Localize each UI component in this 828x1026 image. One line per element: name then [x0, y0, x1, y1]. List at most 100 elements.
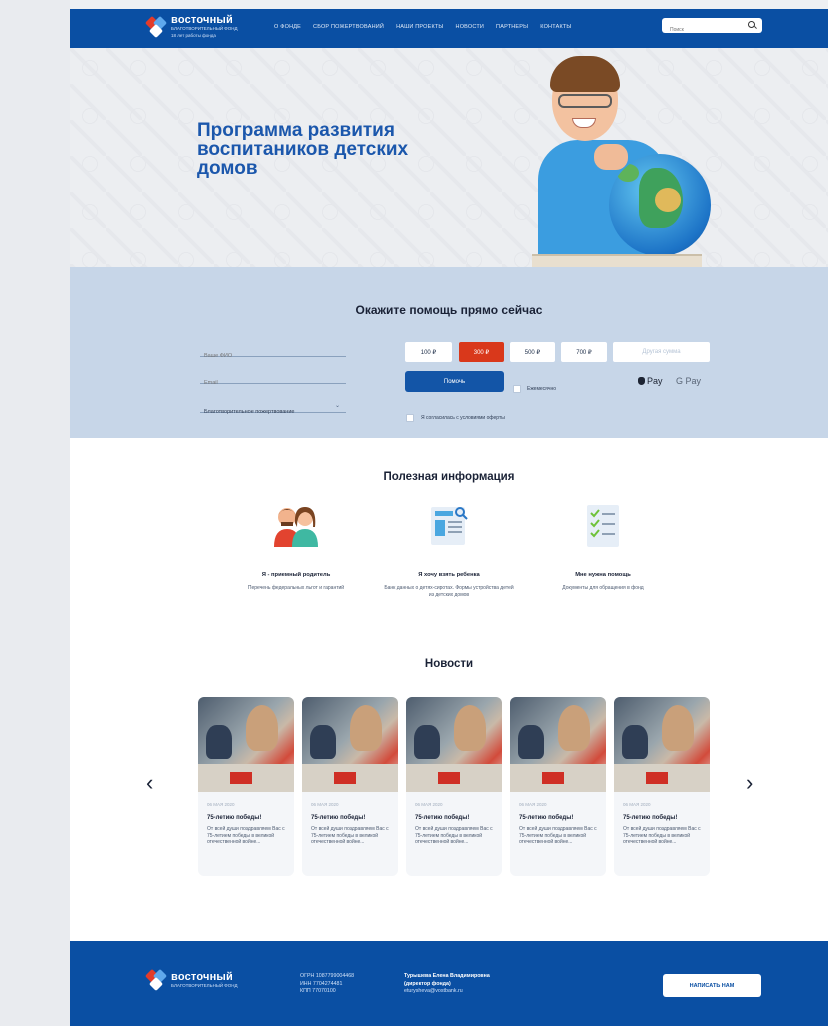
news-headline: 75-летию победы! [415, 815, 470, 821]
news-headline: 75-летию победы! [519, 815, 574, 821]
news-card[interactable]: 06 МАЯ 2020 75-летию победы! От всей душ… [510, 697, 606, 876]
hero-banner: Программа развития воспитаников детских … [70, 48, 828, 267]
logo-icon [144, 968, 168, 992]
news-card[interactable]: 06 МАЯ 2020 75-летию победы! От всей душ… [198, 697, 294, 876]
footer-director-name: Турышева Елена Владимировна [404, 973, 490, 979]
page: восточный благотворительный фонд 18 лет … [70, 9, 828, 1026]
help-button[interactable]: Помочь [405, 371, 504, 392]
news-excerpt: От всей души поздравляем Вас с 75-летием… [207, 826, 285, 845]
info-title: Полезная информация [383, 471, 515, 483]
footer-logo-subtitle: благотворительный фонд [171, 982, 238, 988]
news-photo [406, 697, 502, 792]
name-field[interactable] [200, 353, 340, 359]
apple-icon [638, 377, 645, 385]
logo-name: восточный [171, 14, 233, 26]
checklist-icon [579, 501, 627, 549]
footer-email[interactable]: eturysheva@vostbank.ru [404, 988, 490, 996]
news-date: 06 МАЯ 2020 [415, 802, 443, 807]
logo[interactable]: восточный благотворительный фонд 18 лет … [144, 14, 238, 38]
news-headline: 75-летию победы! [207, 815, 262, 821]
info-card-parent-text: Перечень федеральных льгот и гарантий [247, 585, 345, 591]
apple-pay-button[interactable]: Pay [638, 376, 663, 386]
info-card-need-help[interactable]: Мне нужна помощь Документы для обращения… [538, 501, 668, 592]
news-card[interactable]: 06 МАЯ 2020 75-летию победы! От всей душ… [614, 697, 710, 876]
google-pay-button[interactable]: G Pay [676, 376, 701, 386]
news-excerpt: От всей души поздравляем Вас с 75-летием… [415, 826, 493, 845]
nav-partners[interactable]: ПАРТНЕРЫ [496, 24, 528, 30]
info-card-adopt[interactable]: Я хочу взять ребенка Банк данных о детях… [384, 501, 514, 598]
email-field[interactable] [200, 380, 340, 386]
search-input[interactable] [662, 22, 742, 38]
news-next-arrow[interactable]: › [746, 772, 753, 794]
info-card-need-help-text: Документы для обращения в фонд [562, 585, 644, 591]
footer-requisites: ОГРН 1087799004468 ИНН 7704274481 КПП 77… [300, 973, 354, 996]
info-card-parent-title: Я - приемный родитель [261, 572, 331, 578]
info-card-adopt-title: Я хочу взять ребенка [418, 572, 480, 578]
hero-boy-with-globe-image [532, 56, 738, 267]
other-amount-input[interactable]: Другая сумма [613, 342, 710, 362]
footer-inn: ИНН 7704274481 [300, 980, 343, 987]
page-background [0, 0, 70, 1026]
write-us-button[interactable]: Написать нам [663, 974, 761, 997]
info-card-parent[interactable]: Я - приемный родитель Перечень федеральн… [231, 501, 361, 592]
news-date: 06 МАЯ 2020 [623, 802, 651, 807]
news-date: 06 МАЯ 2020 [519, 802, 547, 807]
amount-500-button[interactable]: 500 ₽ [510, 342, 555, 362]
amount-700-button[interactable]: 700 ₽ [561, 342, 607, 362]
footer: восточный благотворительный фонд ОГРН 10… [70, 941, 828, 1026]
nav-about[interactable]: О ФОНДЕ [274, 24, 301, 30]
nav-projects[interactable]: НАШИ ПРОЕКТЫ [396, 24, 443, 30]
news-photo [510, 697, 606, 792]
news-date: 06 МАЯ 2020 [311, 802, 339, 807]
google-pay-label: G Pay [676, 376, 702, 386]
logo-years: 18 лет работы фонда [171, 32, 216, 38]
footer-logo[interactable]: восточный благотворительный фонд [144, 968, 238, 992]
apple-pay-label: Pay [647, 376, 663, 386]
news-excerpt: От всей души поздравляем Вас с 75-летием… [519, 826, 597, 845]
search-icon[interactable] [748, 21, 755, 28]
header: восточный благотворительный фонд 18 лет … [70, 9, 828, 48]
news-photo [302, 697, 398, 792]
agree-checkbox[interactable] [406, 414, 414, 422]
footer-ogrn: ОГРН 1087799004468 [300, 973, 355, 979]
news-photo [198, 697, 294, 792]
footer-director-role: (директор фонда) [404, 980, 451, 987]
news-excerpt: От всей души поздравляем Вас с 75-летием… [311, 826, 389, 845]
parents-icon [272, 501, 320, 549]
name-field-wrap [200, 344, 346, 359]
news-headline: 75-летию победы! [311, 815, 366, 821]
nav-donations[interactable]: СБОР ПОЖЕРТВОВАНИЙ [313, 24, 384, 30]
amount-300-button[interactable]: 300 ₽ [459, 342, 504, 362]
amount-100-button[interactable]: 100 ₽ [405, 342, 452, 362]
news-headline: 75-летию победы! [623, 815, 678, 821]
nav-news[interactable]: НОВОСТИ [456, 24, 485, 30]
search-box [662, 18, 762, 38]
news-prev-arrow[interactable]: ‹ [146, 772, 153, 794]
news-card[interactable]: 06 МАЯ 2020 75-летию победы! От всей душ… [406, 697, 502, 876]
logo-icon [144, 15, 168, 38]
news-date: 06 МАЯ 2020 [207, 802, 235, 807]
nav-contacts[interactable]: КОНТАКТЫ [540, 24, 571, 30]
news-title: Новости [424, 658, 474, 670]
news-photo [614, 697, 710, 792]
news-excerpt: От всей души поздравляем Вас с 75-летием… [623, 826, 701, 845]
monthly-checkbox[interactable] [513, 385, 521, 393]
agree-label: Я согласилась с условиями оферты [421, 415, 505, 421]
info-card-adopt-text: Банк данных о детях-сиротах. Формы устро… [384, 585, 514, 598]
donation-type-value [200, 409, 340, 415]
info-card-need-help-title: Мне нужна помощь [575, 572, 631, 578]
donate-title: Окажите помощь прямо сейчас [355, 303, 543, 317]
monthly-label: Ежемесячно [527, 386, 557, 392]
news-card[interactable]: 06 МАЯ 2020 75-летию победы! От всей душ… [302, 697, 398, 876]
footer-logo-name: восточный [171, 970, 233, 983]
email-field-wrap [200, 371, 346, 386]
donate-section: Окажите помощь прямо сейчас ⌄ 100 ₽ 300 … [70, 267, 828, 438]
database-search-icon [425, 501, 473, 549]
chevron-down-icon: ⌄ [334, 403, 340, 409]
footer-contact: Турышева Елена Владимировна (директор фо… [404, 973, 490, 996]
donation-type-select[interactable]: ⌄ [200, 400, 346, 415]
hero-title: Программа развития воспитаников детских … [197, 120, 409, 179]
footer-kpp: КПП 77070100 [300, 988, 336, 994]
logo-subtitle: благотворительный фонд [171, 26, 238, 31]
main-nav: О ФОНДЕ СБОР ПОЖЕРТВОВАНИЙ НАШИ ПРОЕКТЫ … [274, 24, 572, 30]
